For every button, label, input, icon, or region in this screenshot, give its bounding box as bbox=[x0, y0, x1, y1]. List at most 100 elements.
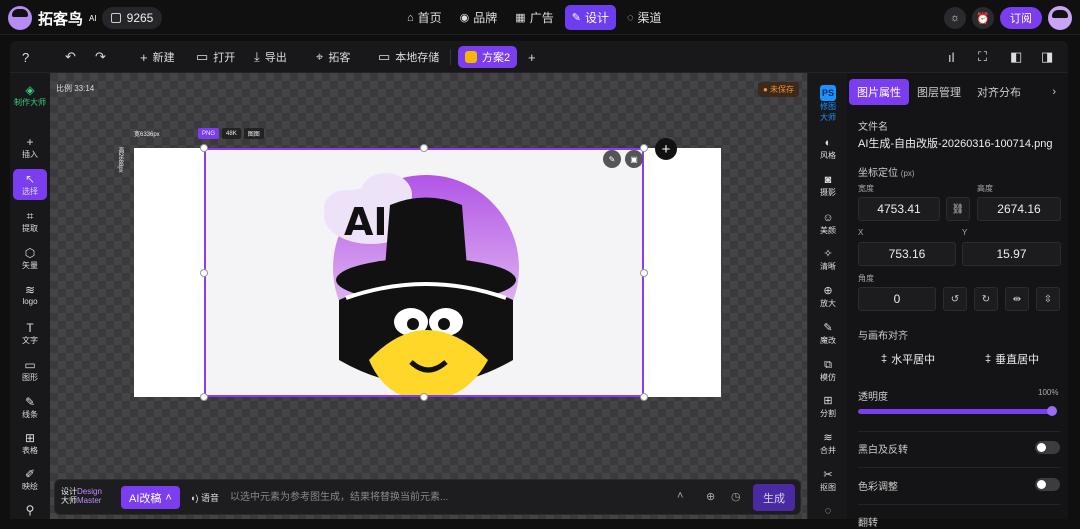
toolbar-divider bbox=[450, 49, 451, 65]
resize-handle[interactable] bbox=[200, 269, 208, 277]
app-logo[interactable]: 拓客鸟 AI bbox=[8, 6, 97, 30]
x-label: X bbox=[858, 228, 864, 237]
local-storage-button[interactable]: ▭ 本地存储 bbox=[378, 41, 439, 73]
clock-icon[interactable]: ◷ bbox=[731, 490, 741, 503]
height-field[interactable]: 2674.16 bbox=[977, 197, 1061, 221]
add-tab-icon[interactable]: + bbox=[528, 41, 536, 73]
tool-draw[interactable]: ✐ 映绘 bbox=[10, 467, 50, 492]
export-button[interactable]: ⤓ 导出 bbox=[254, 41, 287, 73]
tab-align[interactable]: 对齐分布 bbox=[969, 79, 1029, 105]
design-master-logo: 设计Design 大师Master bbox=[61, 487, 102, 505]
chevron-up-icon[interactable]: ˄ bbox=[677, 490, 683, 502]
location-icon: ⌖ bbox=[316, 49, 324, 64]
nav-home[interactable]: ⌂ 首页 bbox=[400, 5, 449, 30]
new-button[interactable]: + 新建 bbox=[140, 41, 175, 73]
resize-handle[interactable] bbox=[200, 144, 208, 152]
resize-handle[interactable] bbox=[200, 393, 208, 401]
top-bar: 拓客鸟 AI 9265 ⌂ 首页 ◉ 品牌 ▦ 广告 ✎ 设计 ◌ 渠道 ☼ ⏰ 订阅 bbox=[0, 0, 1080, 35]
tool-maker[interactable]: ◈ 制作大师 bbox=[10, 83, 50, 108]
tool-vector[interactable]: ⬡ 矢量 bbox=[10, 246, 50, 271]
tool-extract[interactable]: ⌗ 提取 bbox=[10, 209, 50, 234]
type-tag: 图图 bbox=[243, 128, 264, 139]
tab-image-properties[interactable]: 图片属性 bbox=[849, 79, 909, 105]
magic-edit-icon[interactable]: ✎ bbox=[603, 150, 621, 168]
tool-select[interactable]: ↖ 选择 bbox=[13, 169, 47, 200]
nav-design[interactable]: ✎ 设计 bbox=[564, 5, 616, 30]
opacity-slider[interactable] bbox=[858, 406, 1057, 416]
generate-button[interactable]: 生成 bbox=[753, 484, 795, 511]
tuoke-button[interactable]: ⌖ 拓客 bbox=[316, 41, 350, 73]
tool-magic-edit[interactable]: ✎ 魔改 bbox=[808, 321, 848, 346]
tool-insert[interactable]: + 插入 bbox=[10, 135, 50, 160]
opacity-slider-knob[interactable] bbox=[1047, 406, 1057, 416]
y-field[interactable]: 15.97 bbox=[962, 242, 1061, 266]
tool-style[interactable]: ◐ 风格 bbox=[808, 136, 848, 161]
tool-search[interactable]: ⚲ bbox=[10, 503, 50, 517]
tool-hide[interactable]: ◌ bbox=[808, 504, 848, 518]
palette-icon: ◐ bbox=[824, 137, 832, 149]
open-button[interactable]: ▭ 打开 bbox=[196, 41, 235, 73]
fullscreen-icon[interactable]: ⛶ bbox=[978, 41, 987, 73]
color-adjust-toggle[interactable] bbox=[1035, 478, 1060, 491]
chevron-right-icon[interactable]: › bbox=[1044, 79, 1064, 105]
nav-channel[interactable]: ◌ 渠道 bbox=[620, 5, 669, 30]
tab-layers[interactable]: 图层管理 bbox=[909, 79, 969, 105]
undo-icon[interactable]: ↶ bbox=[65, 41, 76, 73]
tool-text[interactable]: T 文字 bbox=[10, 321, 50, 346]
rotate-left-icon[interactable]: ↺ bbox=[943, 287, 967, 311]
tool-imitate[interactable]: ⧉ 模仿 bbox=[808, 358, 848, 383]
tab-plan2[interactable]: 方案2 bbox=[458, 46, 518, 68]
tool-split[interactable]: ⊞ 分割 bbox=[808, 394, 848, 419]
right-panel-icon[interactable]: ◨ bbox=[1041, 41, 1053, 73]
resize-handle[interactable] bbox=[640, 393, 648, 401]
nav-brand[interactable]: ◉ 品牌 bbox=[453, 5, 505, 30]
prompt-input[interactable] bbox=[230, 487, 670, 508]
resize-handle[interactable] bbox=[420, 144, 428, 152]
left-toolbar: ◈ 制作大师 + 插入 ↖ 选择 ⌗ 提取 ⬡ 矢量 ≋ logo T 文字 ▭ 图形 ✎ 线条 … bbox=[10, 73, 50, 519]
x-field[interactable]: 753.16 bbox=[858, 242, 956, 266]
align-h-center-button[interactable]: ‡ 水平居中 bbox=[881, 351, 935, 367]
angle-field[interactable]: 0 bbox=[858, 287, 936, 311]
tool-table[interactable]: ⊞ 表格 bbox=[10, 431, 50, 456]
left-panel-icon[interactable]: ◧ bbox=[1010, 41, 1022, 73]
selected-image[interactable]: AI bbox=[204, 148, 644, 400]
redo-icon[interactable]: ↷ bbox=[95, 41, 106, 73]
resize-handle[interactable] bbox=[640, 269, 648, 277]
avatar[interactable] bbox=[1048, 6, 1072, 30]
tool-merge[interactable]: ≋ 合并 bbox=[808, 431, 848, 456]
chart-icon[interactable]: ıl bbox=[948, 41, 955, 73]
image-tools-strip: PS 修图大师 ◐ 风格 ◙ 摄影 ☺ 美颜 ✧ 清晰 ⊕ 放大 ✎ 魔改 ⧉ 模仿 ⊞ 分割 ≋… bbox=[807, 73, 847, 519]
tool-photo[interactable]: ◙ 摄影 bbox=[808, 173, 848, 198]
rect-icon: ▭ bbox=[24, 358, 36, 372]
lock-ratio-icon[interactable]: ⛓ bbox=[946, 197, 970, 221]
voice-button[interactable]: ◖) 语音 bbox=[190, 486, 219, 509]
ai-revise-button[interactable]: AI改稿 ˄ bbox=[121, 486, 180, 509]
flip-horizontal-icon[interactable]: ⇹ bbox=[1005, 287, 1029, 311]
tool-shape[interactable]: ▭ 图形 bbox=[10, 358, 50, 383]
rotate-right-icon[interactable]: ↻ bbox=[974, 287, 998, 311]
tool-line[interactable]: ✎ 线条 bbox=[10, 395, 50, 420]
invert-toggle[interactable] bbox=[1035, 441, 1060, 454]
width-field[interactable]: 4753.41 bbox=[858, 197, 940, 221]
crop-icon[interactable]: ▣ bbox=[625, 150, 643, 168]
tool-upscale[interactable]: ⊕ 放大 bbox=[808, 284, 848, 309]
align-v-center-button[interactable]: ‡ 垂直居中 bbox=[985, 351, 1039, 367]
tool-sharpen[interactable]: ✧ 清晰 bbox=[808, 247, 848, 272]
help-icon[interactable]: ? bbox=[22, 41, 29, 73]
add-circle-icon[interactable]: ⊕ bbox=[706, 490, 715, 503]
resize-handle[interactable] bbox=[420, 393, 428, 401]
tool-cutout[interactable]: ✂ 抠图 bbox=[808, 468, 848, 493]
add-element-icon[interactable]: + bbox=[655, 138, 677, 160]
subscribe-button[interactable]: 订阅 bbox=[1000, 7, 1042, 29]
tool-ps-master[interactable]: PS 修图大师 bbox=[808, 85, 848, 123]
tool-beauty[interactable]: ☺ 美颜 bbox=[808, 211, 848, 236]
flip-vertical-icon[interactable]: ⇳ bbox=[1036, 287, 1060, 311]
theme-toggle-icon[interactable]: ☼ bbox=[944, 7, 966, 29]
plus-icon: + bbox=[140, 49, 148, 65]
canvas-area[interactable]: 比例 33:14 ● 未保存 宽6336px 高2688px PNG 48K 图… bbox=[50, 73, 807, 519]
nav-ads[interactable]: ▦ 广告 bbox=[508, 5, 560, 30]
credits-badge[interactable]: 9265 bbox=[102, 7, 162, 29]
tool-logo[interactable]: ≋ logo bbox=[10, 283, 50, 306]
resize-handle[interactable] bbox=[640, 144, 648, 152]
alarm-icon[interactable]: ⏰ bbox=[972, 7, 994, 29]
